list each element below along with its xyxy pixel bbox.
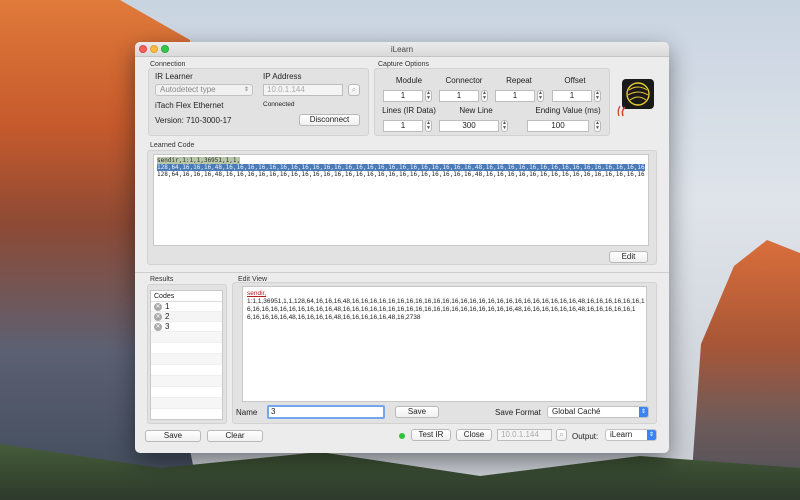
output-label: Output:	[572, 432, 599, 441]
ip-address-label: IP Address	[263, 72, 302, 81]
app-window: iLearn Connection IR Learner Autodetect …	[135, 42, 669, 453]
ir-learner-value: Autodetect type	[160, 85, 216, 94]
ip-search-button[interactable]: ⌕	[348, 84, 360, 96]
edit-code-line: 6,16,16,16,16,16,16,16,16,16,48,16,16,16…	[247, 306, 636, 313]
ending-value-field[interactable]: 100	[527, 120, 589, 132]
results-group-label: Results	[150, 276, 174, 283]
edit-code-line: 1:1,1,36951,1,1,128,64,16,16,16,48,16,16…	[247, 298, 645, 305]
search-icon: ⌕	[559, 430, 564, 439]
empty-row	[151, 376, 222, 387]
offset-field[interactable]: 1	[552, 90, 592, 102]
list-item[interactable]: ✕ 3	[151, 322, 222, 332]
minimize-window-button[interactable]	[150, 45, 158, 53]
ilearn-logo-icon	[617, 78, 659, 118]
empty-row	[151, 354, 222, 365]
name-label: Name	[236, 408, 258, 417]
lines-label: Lines (IR Data)	[382, 106, 436, 115]
empty-row	[151, 343, 222, 354]
status-led-icon	[399, 433, 405, 439]
remove-icon[interactable]: ✕	[154, 302, 162, 311]
edit-button[interactable]: Edit	[609, 251, 648, 263]
capture-options-box: Module 1 ▲ ▼ Connector 1 ▲ ▼ Repeat 1 ▲ ▼ O…	[374, 68, 610, 136]
module-stepper[interactable]: ▲ ▼	[425, 90, 432, 102]
module-label: Module	[395, 76, 423, 85]
codes-list[interactable]: Codes ✕ 1 ✕ 2 ✕ 3	[150, 290, 223, 420]
split-divider[interactable]	[135, 272, 669, 273]
device-name: iTach Flex Ethernet	[155, 101, 224, 110]
learned-code-group-label: Learned Code	[150, 142, 195, 149]
ir-learner-select[interactable]: Autodetect type ⇕	[155, 84, 253, 96]
repeat-stepper[interactable]: ▲ ▼	[537, 90, 544, 102]
bottom-search-button[interactable]: ⌕	[556, 429, 567, 441]
remove-icon[interactable]: ✕	[154, 322, 162, 331]
chevron-updown-icon: ⇕	[243, 87, 249, 93]
save-button[interactable]: Save	[145, 430, 201, 442]
list-item[interactable]: ✕ 1	[151, 302, 222, 312]
lines-field[interactable]: 1	[383, 120, 423, 132]
offset-stepper[interactable]: ▲ ▼	[594, 90, 601, 102]
codes-list-header: Codes	[151, 291, 222, 302]
title-bar[interactable]: iLearn	[135, 42, 669, 57]
connector-label: Connector	[445, 76, 483, 85]
empty-row	[151, 398, 222, 409]
remove-icon[interactable]: ✕	[154, 312, 162, 321]
save-format-select[interactable]: Global Caché ⇕	[547, 406, 649, 418]
close-window-button[interactable]	[139, 45, 147, 53]
code-number: 1	[165, 302, 170, 311]
save-format-label: Save Format	[495, 408, 541, 417]
ip-address-field[interactable]: 10.0.1.144	[263, 84, 343, 96]
ending-value-stepper[interactable]: ▲ ▼	[594, 120, 601, 132]
new-line-field[interactable]: 300	[439, 120, 499, 132]
repeat-label: Repeat	[506, 76, 532, 85]
chevron-updown-icon: ⇕	[647, 430, 656, 440]
offset-label: Offset	[564, 76, 586, 85]
edit-code-line: 6,16,16,16,16,48,16,16,16,16,48,16,16,16…	[247, 314, 421, 321]
empty-row	[151, 365, 222, 376]
ir-learner-label: IR Learner	[155, 72, 193, 81]
ending-value-label: Ending Value (ms)	[535, 106, 601, 115]
save-code-button[interactable]: Save	[395, 406, 439, 418]
code-number: 2	[165, 312, 170, 321]
learned-code-line: 128,64,16,16,16,48,16,16,16,16,16,16,16,…	[157, 171, 645, 178]
new-line-label: New Line	[459, 106, 493, 115]
output-select[interactable]: iLearn ⇕	[605, 429, 657, 441]
lines-stepper[interactable]: ▲ ▼	[425, 120, 432, 132]
window-title: iLearn	[390, 45, 414, 54]
name-input[interactable]: 3	[267, 405, 385, 419]
edit-command: sendir,	[247, 290, 267, 297]
output-value: iLearn	[610, 430, 633, 439]
bottom-ip-field[interactable]: 10.0.1.144	[497, 429, 552, 441]
list-item[interactable]: ✕ 2	[151, 312, 222, 322]
clear-button[interactable]: Clear	[207, 430, 263, 442]
test-ir-button[interactable]: Test IR	[411, 429, 451, 441]
close-button[interactable]: Close	[456, 429, 492, 441]
learned-code-line: sendir,1:1,1,36951,1,1,	[157, 157, 241, 164]
chevron-updown-icon: ⇕	[639, 407, 648, 417]
search-icon: ⌕	[351, 85, 357, 94]
zoom-window-button[interactable]	[161, 45, 169, 53]
edit-view-textarea[interactable]: sendir, 1:1,1,36951,1,1,128,64,16,16,16,…	[242, 286, 647, 402]
learned-code-textarea[interactable]: sendir,1:1,1,36951,1,1, 128,64,16,16,16,…	[153, 154, 649, 246]
module-field[interactable]: 1	[383, 90, 423, 102]
repeat-field[interactable]: 1	[495, 90, 535, 102]
learned-code-line-selected: 128,64,16,16,16,48,16,16,16,16,16,16,16,…	[157, 164, 645, 171]
save-format-value: Global Caché	[552, 407, 601, 416]
connector-field[interactable]: 1	[439, 90, 479, 102]
new-line-stepper[interactable]: ▲ ▼	[501, 120, 508, 132]
disconnect-button[interactable]: Disconnect	[299, 114, 360, 126]
code-number: 3	[165, 322, 170, 331]
capture-group-label: Capture Options	[378, 61, 429, 68]
connection-status: Connected	[263, 101, 295, 108]
connection-box: IR Learner Autodetect type ⇕ IP Address …	[148, 68, 369, 136]
empty-row	[151, 332, 222, 343]
connector-stepper[interactable]: ▲ ▼	[481, 90, 488, 102]
empty-row	[151, 387, 222, 398]
connection-group-label: Connection	[150, 61, 186, 68]
device-version: Version: 710-3000-17	[155, 116, 232, 125]
